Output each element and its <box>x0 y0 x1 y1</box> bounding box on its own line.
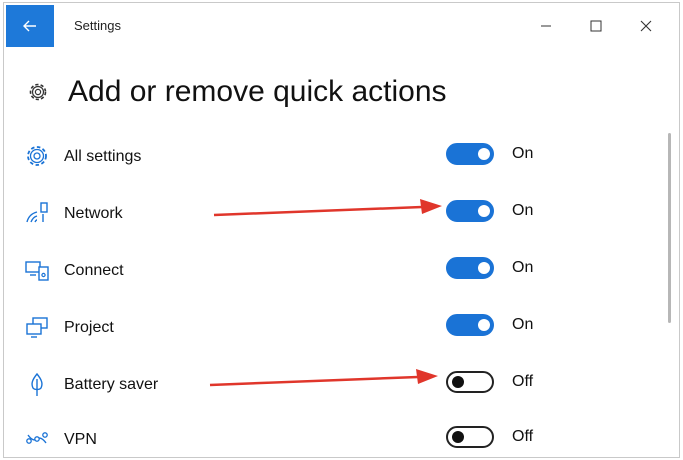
close-icon <box>640 20 652 32</box>
toggle-state: On <box>512 316 534 333</box>
toggle-knob <box>478 205 490 217</box>
item-label: Connect <box>64 262 124 279</box>
toggle-knob <box>452 376 464 388</box>
toggle-state: On <box>512 145 534 162</box>
item-label: Project <box>64 319 114 336</box>
battery-saver-icon <box>31 372 43 396</box>
connect-icon <box>25 261 49 281</box>
maximize-icon <box>590 20 602 32</box>
toggle-state: Off <box>512 428 534 445</box>
item-label: Network <box>64 205 123 222</box>
toggle-knob <box>452 431 464 443</box>
toggle-state: On <box>512 259 534 276</box>
toggle-state: On <box>512 202 534 219</box>
page-header: Add or remove quick actions <box>26 75 447 109</box>
project-toggle[interactable] <box>446 314 494 336</box>
minimize-icon <box>541 25 551 27</box>
network-toggle[interactable] <box>446 200 494 222</box>
toggle-knob <box>478 262 490 274</box>
window-title: Settings <box>74 18 121 33</box>
gear-icon <box>29 83 47 101</box>
back-arrow-icon <box>23 20 36 32</box>
scrollbar[interactable] <box>668 133 671 323</box>
quick-action-vpn: VPN Off <box>20 420 580 457</box>
back-button[interactable] <box>6 5 54 47</box>
toggle-knob <box>478 319 490 331</box>
vpn-toggle[interactable] <box>446 426 494 448</box>
close-button[interactable] <box>626 11 666 41</box>
item-label: VPN <box>64 431 97 448</box>
page-title: Add or remove quick actions <box>68 75 447 108</box>
toggle-state: Off <box>512 373 534 390</box>
item-label: Battery saver <box>64 376 159 393</box>
quick-action-all-settings: All settings On <box>20 137 580 177</box>
connect-toggle[interactable] <box>446 257 494 279</box>
title-bar: Settings <box>4 3 679 49</box>
item-label: All settings <box>64 148 142 165</box>
toggle-knob <box>478 148 490 160</box>
network-icon <box>26 202 48 223</box>
annotation-arrow-battery-saver <box>209 369 438 387</box>
all-settings-toggle[interactable] <box>446 143 494 165</box>
annotation-arrow-network <box>213 199 442 217</box>
vpn-icon <box>26 432 48 444</box>
minimize-button[interactable] <box>526 11 566 41</box>
maximize-button[interactable] <box>576 11 616 41</box>
project-icon <box>26 317 48 338</box>
quick-action-project: Project On <box>20 308 580 348</box>
gear-icon <box>27 146 47 166</box>
quick-action-connect: Connect On <box>20 251 580 291</box>
battery-saver-toggle[interactable] <box>446 371 494 393</box>
